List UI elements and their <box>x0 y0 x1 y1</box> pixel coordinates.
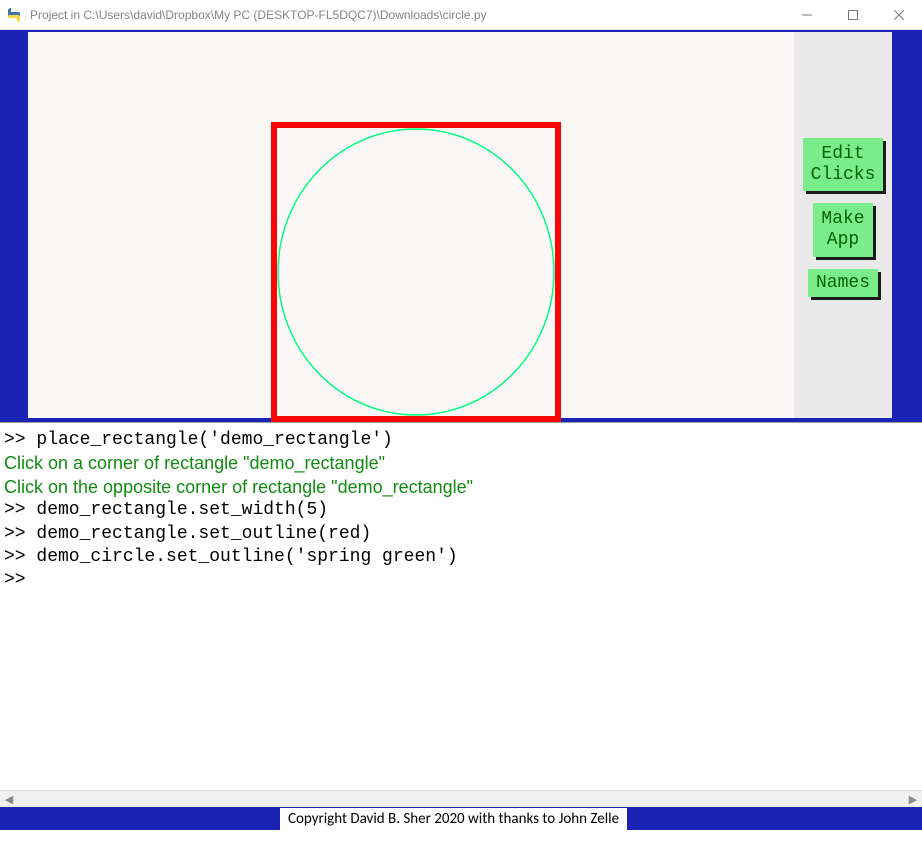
scroll-right-arrow[interactable]: ▶ <box>906 793 920 806</box>
names-button[interactable]: Names <box>808 269 878 298</box>
console-message-line: Click on the opposite corner of rectangl… <box>4 476 918 499</box>
console-command-line: >> demo_rectangle.set_width(5) <box>4 499 918 522</box>
footer-credit: Copyright David B. Sher 2020 with thanks… <box>280 808 627 830</box>
console-command-line: >> demo_rectangle.set_outline(red) <box>4 523 918 546</box>
button-panel: EditClicks MakeApp Names <box>794 32 892 418</box>
close-button[interactable] <box>876 0 922 30</box>
console-command-line: >> place_rectangle('demo_rectangle') <box>4 429 918 452</box>
titlebar: Project in C:\Users\david\Dropbox\My PC … <box>0 0 922 30</box>
canvas-frame: EditClicks MakeApp Names <box>0 30 922 422</box>
console-area: >> place_rectangle('demo_rectangle')Clic… <box>0 422 922 830</box>
scroll-left-arrow[interactable]: ◀ <box>2 793 16 806</box>
console-command-line: >> demo_circle.set_outline('spring green… <box>4 546 918 569</box>
make-app-button[interactable]: MakeApp <box>813 203 872 256</box>
console-command-line: >> <box>4 569 918 592</box>
demo-circle-shape <box>277 128 555 416</box>
app-icon <box>6 7 22 23</box>
console-message-line: Click on a corner of rectangle "demo_rec… <box>4 452 918 475</box>
footer-bar: Copyright David B. Sher 2020 with thanks… <box>0 807 922 830</box>
console-output[interactable]: >> place_rectangle('demo_rectangle')Clic… <box>0 422 922 790</box>
drawing-canvas[interactable] <box>28 32 794 418</box>
window-title: Project in C:\Users\david\Dropbox\My PC … <box>30 8 487 22</box>
horizontal-scrollbar[interactable]: ◀ ▶ <box>0 790 922 807</box>
edit-clicks-button[interactable]: EditClicks <box>803 138 884 191</box>
minimize-button[interactable] <box>784 0 830 30</box>
maximize-button[interactable] <box>830 0 876 30</box>
